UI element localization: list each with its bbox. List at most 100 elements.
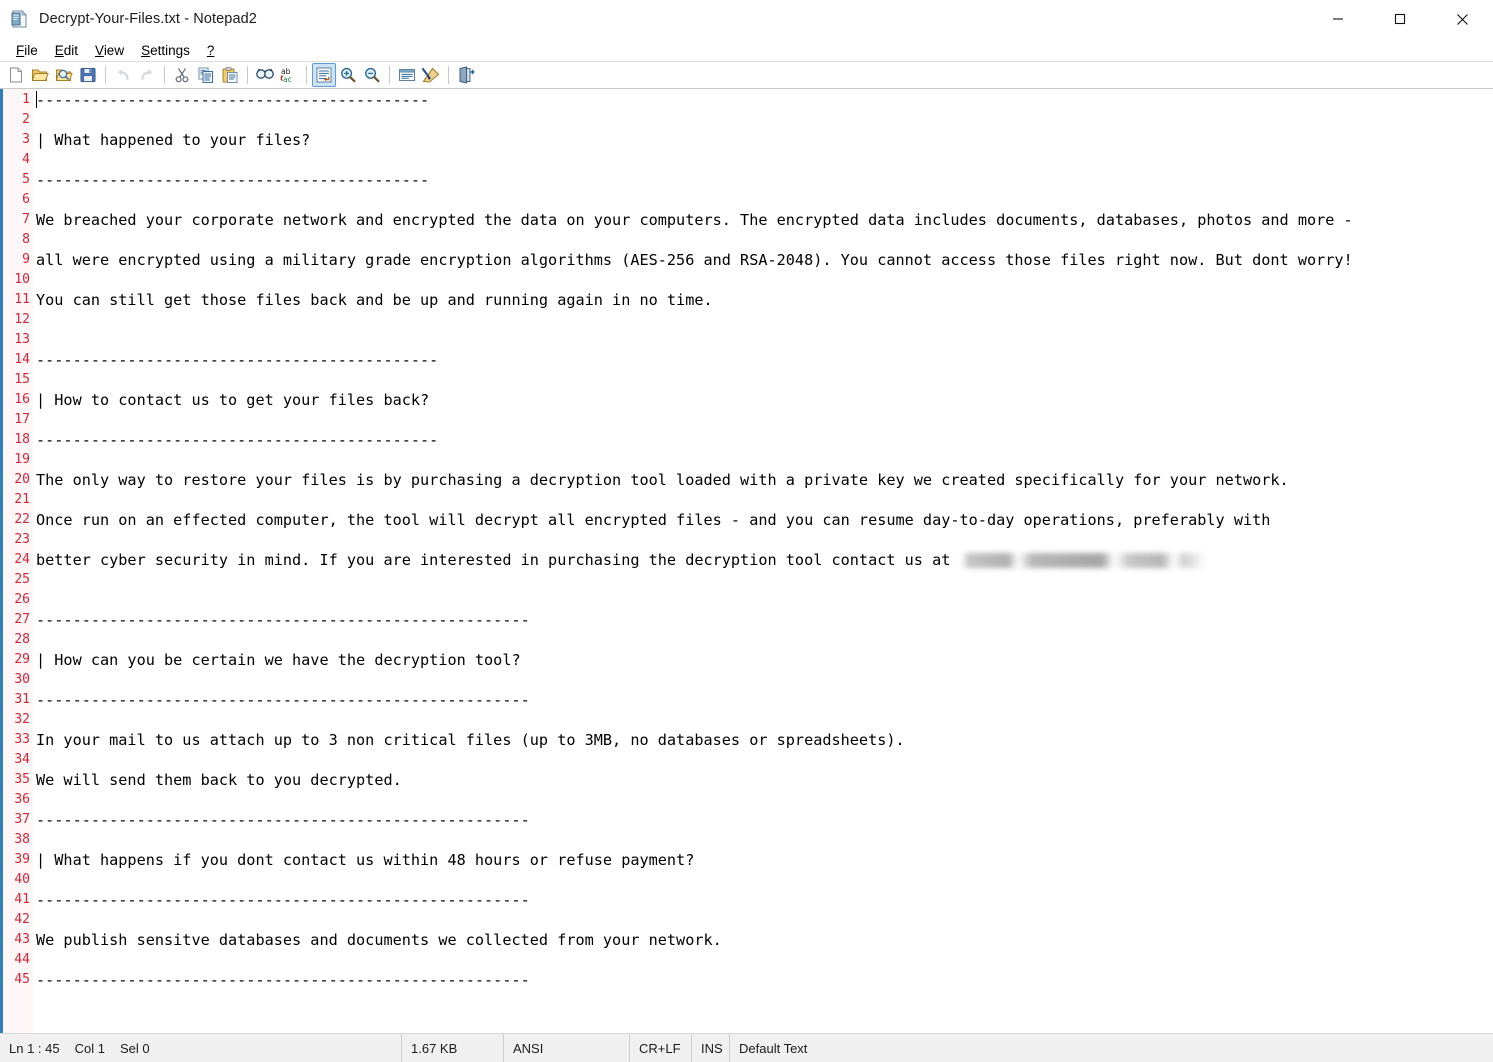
toolbar-separator [164, 66, 165, 84]
toolbar-separator [448, 66, 449, 84]
line-number: 30 [14, 672, 30, 687]
text-line [36, 590, 1493, 610]
redacted-email-address [961, 553, 1206, 568]
line-number: 41 [14, 892, 30, 907]
text-line: ----------------------------------------… [36, 171, 430, 189]
toolbar-separator [306, 66, 307, 84]
text-line [36, 630, 1493, 650]
zoom-out-icon[interactable] [360, 63, 384, 87]
line-number: 45 [14, 972, 30, 987]
line-number: 24 [14, 552, 30, 567]
text-line: You can still get those files back and b… [36, 291, 713, 309]
editor-area[interactable]: 1 2 3 4 5 6 7 8 9 10 11 12 13 14 15 16 17 18 19 20 21 22 23 24 2… [0, 89, 1493, 1033]
cut-icon[interactable] [170, 63, 194, 87]
status-position-cell: Ln 1 : 45 Col 1 Sel 0 [0, 1034, 402, 1062]
line-number: 20 [14, 472, 30, 487]
text-line [36, 110, 1493, 130]
zoom-in-icon[interactable] [336, 63, 360, 87]
menu-view[interactable]: View [87, 41, 133, 60]
text-line [36, 830, 1493, 850]
line-number: 43 [14, 932, 30, 947]
text-line [36, 370, 1493, 390]
line-number: 8 [22, 232, 30, 247]
menu-settings[interactable]: Settings [133, 41, 199, 60]
line-number: 33 [14, 732, 30, 747]
notepad2-document-icon [10, 9, 30, 29]
undo-icon[interactable] [111, 63, 135, 87]
save-file-icon[interactable] [76, 63, 100, 87]
status-scheme[interactable]: Default Text [730, 1034, 1493, 1062]
line-number: 27 [14, 612, 30, 627]
paste-icon[interactable] [218, 63, 242, 87]
replace-icon[interactable]: ab ac [277, 63, 301, 87]
scheme-options-icon[interactable] [419, 63, 443, 87]
scheme-icon[interactable] [395, 63, 419, 87]
text-line: | How can you be certain we have the dec… [36, 651, 521, 669]
line-number: 42 [14, 912, 30, 927]
menu-help[interactable]: ? [199, 41, 224, 60]
toolbar-separator [247, 66, 248, 84]
line-number: 17 [14, 412, 30, 427]
redo-icon[interactable] [135, 63, 159, 87]
status-encoding[interactable]: ANSI [504, 1034, 630, 1062]
line-number: 31 [14, 692, 30, 707]
text-line: In your mail to us attach up to 3 non cr… [36, 731, 905, 749]
line-number: 21 [14, 492, 30, 507]
line-number: 25 [14, 572, 30, 587]
notepad2-window: Decrypt-Your-Files.txt - Notepad2 File E… [0, 0, 1493, 1062]
status-insert-mode[interactable]: INS [692, 1034, 730, 1062]
browse-file-icon[interactable] [52, 63, 76, 87]
line-number: 38 [14, 832, 30, 847]
text-line [36, 790, 1493, 810]
text-line: We will send them back to you decrypted. [36, 771, 402, 789]
text-line: ----------------------------------------… [36, 971, 530, 989]
line-number: 40 [14, 872, 30, 887]
text-line: The only way to restore your files is by… [36, 471, 1289, 489]
text-content[interactable]: ----------------------------------------… [34, 89, 1493, 1033]
new-file-icon[interactable] [4, 63, 28, 87]
text-line [36, 270, 1493, 290]
minimize-button[interactable] [1307, 0, 1369, 39]
text-line [36, 910, 1493, 930]
line-number: 1 [22, 92, 30, 107]
maximize-button[interactable] [1369, 0, 1431, 39]
text-line: ----------------------------------------… [36, 431, 439, 449]
status-column: Col 1 [74, 1040, 105, 1056]
line-number: 36 [14, 792, 30, 807]
line-number: 34 [14, 752, 30, 767]
line-number: 3 [22, 132, 30, 147]
status-selection: Sel 0 [119, 1040, 150, 1056]
line-number: 37 [14, 812, 30, 827]
text-line: | What happened to your files? [36, 131, 311, 149]
menu-edit[interactable]: Edit [47, 41, 87, 60]
text-line: ----------------------------------------… [36, 91, 430, 109]
text-caret [36, 91, 38, 108]
line-number: 11 [14, 292, 30, 307]
open-file-icon[interactable] [28, 63, 52, 87]
text-line: ----------------------------------------… [36, 611, 530, 629]
line-number: 5 [22, 172, 30, 187]
line-number: 35 [14, 772, 30, 787]
window-title: Decrypt-Your-Files.txt - Notepad2 [39, 11, 257, 27]
line-number: 10 [14, 272, 30, 287]
toolbar-separator [389, 66, 390, 84]
line-number: 13 [14, 332, 30, 347]
text-line [36, 450, 1493, 470]
line-number: 23 [14, 532, 30, 547]
status-line-endings[interactable]: CR+LF [630, 1034, 692, 1062]
word-wrap-icon[interactable] [312, 63, 336, 87]
toolbar-separator [105, 66, 106, 84]
line-number: 6 [22, 192, 30, 207]
copy-icon[interactable] [194, 63, 218, 87]
text-line: | What happens if you dont contact us wi… [36, 851, 695, 869]
menu-file[interactable]: File [8, 41, 47, 60]
text-line [36, 570, 1493, 590]
line-number: 2 [22, 112, 30, 127]
exit-icon[interactable] [454, 63, 478, 87]
text-line: ----------------------------------------… [36, 691, 530, 709]
title-bar: Decrypt-Your-Files.txt - Notepad2 [0, 0, 1493, 39]
text-line [36, 190, 1493, 210]
status-filesize: 1.67 KB [402, 1034, 504, 1062]
find-icon[interactable] [253, 63, 277, 87]
close-button[interactable] [1431, 0, 1493, 39]
